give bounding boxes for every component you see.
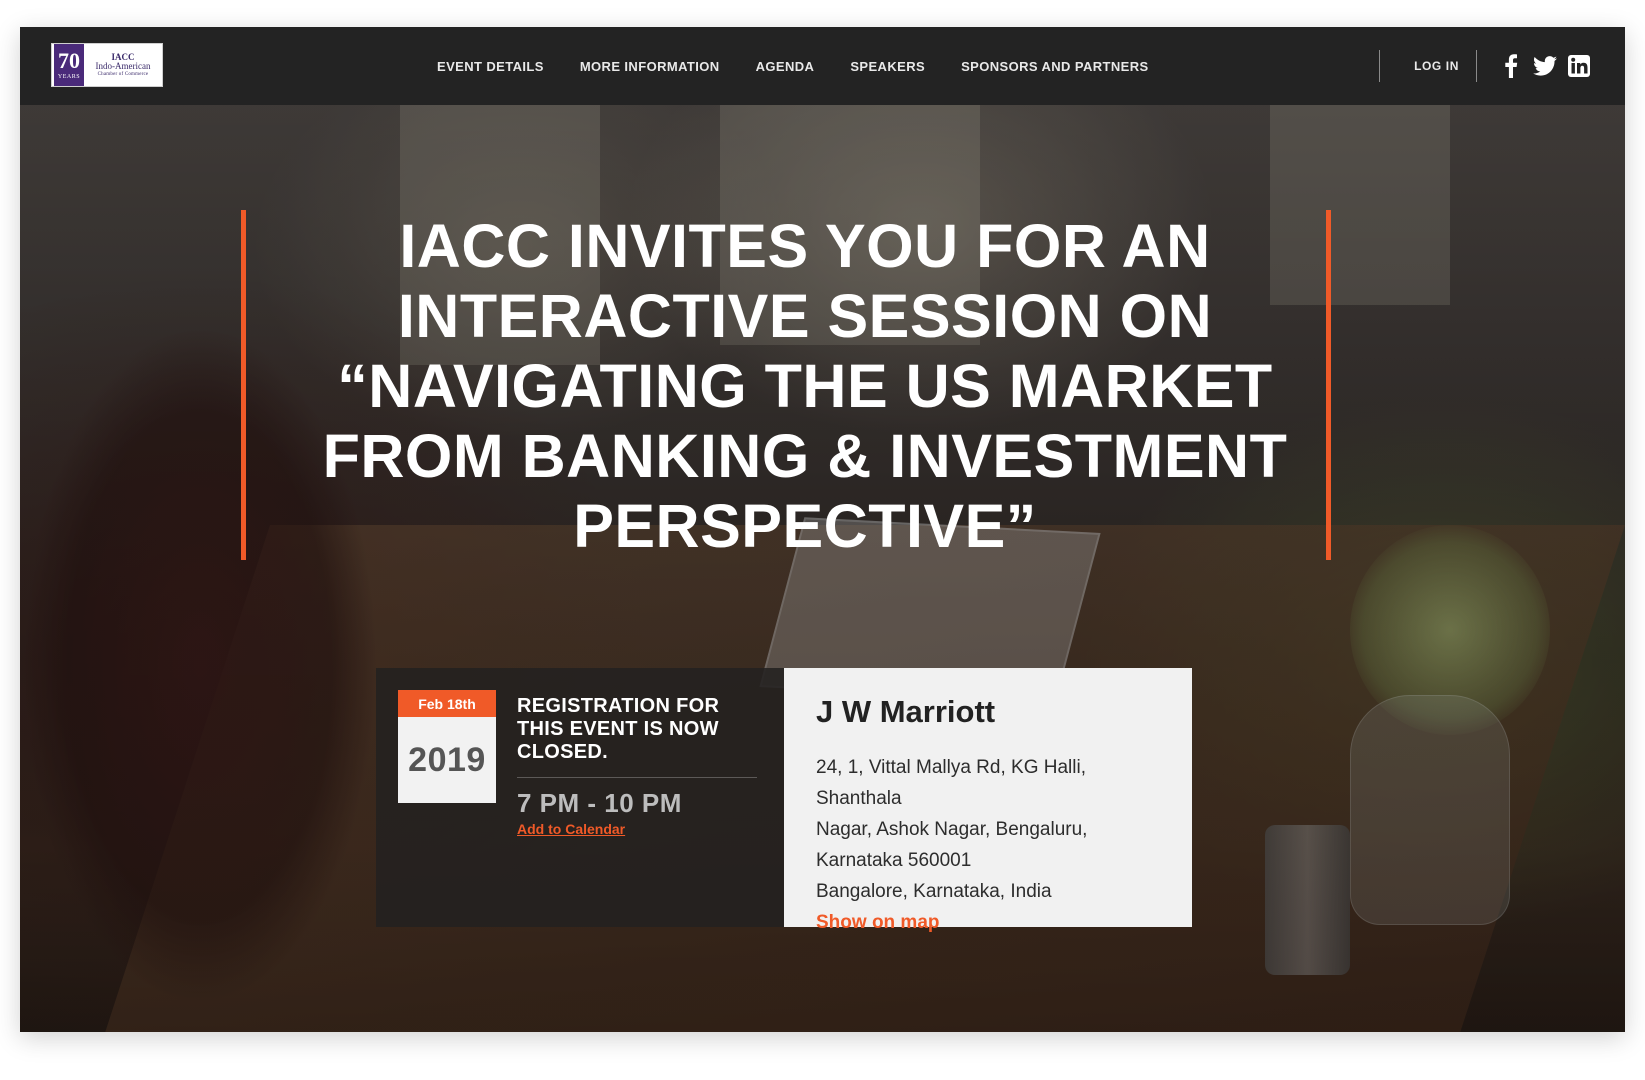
background-vase [1350, 695, 1510, 925]
nav-event-details[interactable]: EVENT DETAILS [437, 59, 544, 74]
background-pen-cup [1265, 825, 1350, 975]
venue-address-line: Karnataka 560001 [816, 850, 972, 871]
venue-address-line: 24, 1, Vittal Mallya Rd, KG Halli, Shant… [816, 757, 1086, 809]
show-on-map-link[interactable]: Show on map [816, 912, 940, 933]
top-navbar: 70 YEARS IACC Indo-American Chamber of C… [20, 27, 1625, 105]
badge-sub: YEARS [57, 74, 81, 80]
venue-panel: J W Marriott 24, 1, Vittal Mallya Rd, KG… [784, 668, 1192, 933]
event-info-card: Feb 18th 2019 REGISTRATION FOR THIS EVEN… [376, 668, 1192, 933]
date-year: 2019 [408, 740, 486, 779]
venue-address-line: Nagar, Ashok Nagar, Bengaluru, [816, 819, 1088, 840]
badge-number: 70 [58, 48, 80, 73]
logo-text: IACC Indo-American Chamber of Commerce [84, 52, 162, 77]
nav-right: LOG IN [1379, 27, 1591, 105]
anniversary-badge: 70 YEARS [54, 44, 84, 86]
background-flowers [1350, 525, 1550, 735]
hero-section: IACC INVITES YOU FOR AN INTERACTIVE SESS… [20, 105, 1625, 1032]
event-date-panel: Feb 18th 2019 REGISTRATION FOR THIS EVEN… [376, 668, 784, 927]
logo-line2: Indo-American [95, 61, 151, 72]
event-headline: IACC INVITES YOU FOR AN INTERACTIVE SESS… [322, 212, 1288, 560]
date-label: Feb 18th [398, 690, 496, 717]
panel-divider [517, 777, 757, 778]
main-nav: EVENT DETAILS MORE INFORMATION AGENDA SP… [437, 27, 1185, 105]
date-badge: Feb 18th 2019 [398, 690, 496, 803]
event-time: 7 PM - 10 PM [517, 788, 682, 818]
social-links [1499, 54, 1591, 78]
browser-page: 70 YEARS IACC Indo-American Chamber of C… [20, 27, 1625, 1032]
registration-status: REGISTRATION FOR THIS EVENT IS NOW CLOSE… [517, 695, 720, 763]
right-accent-line [1326, 210, 1331, 560]
logo-line3: Chamber of Commerce [97, 71, 149, 77]
nav-more-information[interactable]: MORE INFORMATION [580, 59, 720, 74]
nav-divider [1379, 50, 1381, 82]
nav-divider [1476, 50, 1477, 82]
facebook-icon[interactable] [1499, 54, 1523, 78]
left-accent-line [241, 210, 246, 560]
nav-sponsors-and-partners[interactable]: SPONSORS AND PARTNERS [961, 59, 1149, 74]
login-link[interactable]: LOG IN [1414, 59, 1459, 73]
iacc-logo[interactable]: 70 YEARS IACC Indo-American Chamber of C… [51, 43, 163, 87]
venue-name: J W Marriott [816, 694, 996, 729]
nav-agenda[interactable]: AGENDA [756, 59, 815, 74]
venue-city-line: Bangalore, Karnataka, India [816, 881, 1052, 902]
twitter-icon[interactable] [1533, 54, 1557, 78]
add-to-calendar-link[interactable]: Add to Calendar [517, 821, 625, 837]
linkedin-icon[interactable] [1567, 54, 1591, 78]
nav-speakers[interactable]: SPEAKERS [850, 59, 925, 74]
